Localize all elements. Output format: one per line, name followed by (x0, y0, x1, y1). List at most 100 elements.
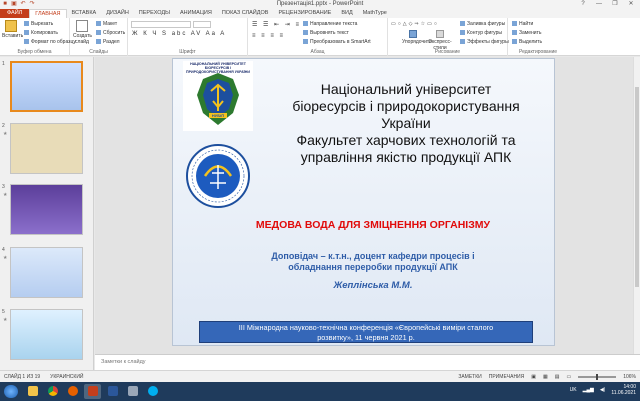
find-button[interactable]: Найти (512, 21, 533, 28)
taskbar-powerpoint[interactable] (84, 384, 101, 399)
group-editing: Найти Заменить Выделить Редактирование (508, 18, 568, 56)
system-tray: UK ▂▄▆ ◀) 14:00 11.06.2021 (570, 384, 636, 396)
text-direction-button[interactable]: Направление текста (303, 21, 357, 28)
group-label-clipboard: Буфер обмена (17, 49, 52, 55)
system-clock[interactable]: 14:00 11.06.2021 (611, 384, 636, 396)
replace-icon (512, 30, 517, 35)
scissors-icon (24, 21, 29, 26)
align-buttons-icon[interactable]: ≡ ≡ ≡ ≡ (252, 33, 285, 39)
taskbar-media[interactable] (124, 384, 141, 399)
slide-thumbnail-2[interactable] (10, 123, 83, 174)
cut-button[interactable]: Вырезать (24, 21, 53, 28)
network-icon[interactable]: ▂▄▆ (583, 387, 594, 393)
taskbar-explorer[interactable] (24, 384, 41, 399)
tab-mathtype[interactable]: MathType (358, 9, 392, 18)
ribbon: Вставить Вырезать Копировать Формат по о… (0, 18, 640, 56)
maximize-button[interactable]: ❐ (608, 0, 622, 8)
notes-toggle-button[interactable]: ЗАМЕТКИ (458, 374, 481, 380)
slide-thumbnails-pane[interactable]: 1 2 ★ 3 ★ 4 ★ 5 ★ (0, 57, 94, 370)
window-controls: ? — ❐ ✕ (576, 0, 638, 8)
reading-view-icon[interactable]: ▤ (555, 374, 560, 380)
layout-button[interactable]: Макет (96, 21, 117, 28)
arrange-icon (409, 30, 417, 38)
transition-star-icon: ★ (3, 192, 8, 198)
tab-animations[interactable]: АНИМАЦИЯ (175, 9, 217, 18)
transition-star-icon: ★ (3, 255, 8, 261)
tab-view[interactable]: ВИД (336, 9, 357, 18)
close-button[interactable]: ✕ (624, 0, 638, 8)
group-label-drawing: Рисование (434, 49, 461, 55)
align-text-icon (303, 30, 308, 35)
slideshow-view-icon[interactable]: ▭ (566, 374, 571, 380)
scrollbar-thumb[interactable] (635, 87, 639, 287)
window-title: Презентація1.pptx - PowerPoint (276, 1, 364, 7)
language-indicator[interactable]: УКРАИНСКИЙ (50, 374, 83, 380)
font-size-combo[interactable] (193, 21, 211, 28)
tab-insert[interactable]: ВСТАВКА (67, 9, 102, 18)
list-buttons-icon[interactable]: ☰ ☰ ⇤ ⇥ ≡ (252, 21, 301, 28)
paste-icon (5, 20, 17, 32)
taskbar-firefox[interactable] (64, 384, 81, 399)
align-text-button[interactable]: Выровнять текст (303, 30, 349, 37)
tab-slideshow[interactable]: ПОКАЗ СЛАЙДОВ (217, 9, 274, 18)
new-slide-button[interactable]: Создать слайд (73, 20, 92, 45)
keyboard-language[interactable]: UK (570, 387, 577, 393)
zoom-level[interactable]: 106% (623, 374, 636, 380)
shape-effects-button[interactable]: Эффекты фигуры (460, 39, 509, 46)
reset-icon (96, 30, 101, 35)
smartart-button[interactable]: Преобразовать в SmartArt (303, 39, 371, 46)
select-button[interactable]: Выделить (512, 39, 542, 46)
taskbar-word[interactable] (104, 384, 121, 399)
vertical-scrollbar[interactable] (633, 57, 640, 354)
replace-button[interactable]: Заменить (512, 30, 541, 37)
group-slides: Создать слайд Макет Сбросить Раздел Слай… (70, 18, 128, 56)
chrome-icon (47, 386, 58, 396)
reset-button[interactable]: Сбросить (96, 30, 125, 37)
title-bar: ■ ▣ ↶ ↷ Презентація1.pptx - PowerPoint ?… (0, 0, 640, 9)
minimize-button[interactable]: — (592, 0, 606, 8)
normal-view-icon[interactable]: ▣ (531, 374, 536, 380)
comments-toggle-button[interactable]: ПРИМЕЧАНИЯ (489, 374, 525, 380)
thumb-number: 1 (2, 61, 5, 67)
media-icon (127, 386, 138, 396)
paste-button[interactable]: Вставить (2, 20, 23, 44)
copy-button[interactable]: Копировать (24, 30, 58, 37)
tab-home[interactable]: ГЛАВНАЯ (29, 9, 67, 18)
slide-thumbnail-5[interactable] (10, 309, 83, 360)
coat-of-arms-icon (197, 73, 239, 125)
skype-icon (147, 386, 158, 396)
university-logo: НАЦІОНАЛЬНИЙ УНІВЕРСИТЕТ БІОРЕСУРСІВ І П… (183, 61, 253, 131)
taskbar-chrome[interactable] (44, 384, 61, 399)
tab-review[interactable]: РЕЦЕНЗИРОВАНИЕ (273, 9, 336, 18)
speaker-name: Жеплінська М.М. (333, 280, 413, 291)
taskbar-skype[interactable] (144, 384, 161, 399)
notes-pane[interactable]: Заметки к слайду (95, 354, 640, 370)
text-direction-icon (303, 21, 308, 26)
tab-transitions[interactable]: ПЕРЕХОДЫ (134, 9, 175, 18)
group-font: Ж К Ч S abc AV Aa A Шрифт (128, 18, 248, 56)
start-button[interactable] (4, 385, 18, 398)
fill-icon (460, 21, 465, 26)
tab-file[interactable]: ФАЙЛ (0, 9, 30, 18)
font-name-combo[interactable] (131, 21, 191, 28)
slide-thumbnail-1[interactable] (10, 61, 83, 112)
zoom-slider[interactable] (578, 374, 617, 380)
slide-thumbnail-4[interactable] (10, 247, 83, 298)
zoom-slider-thumb[interactable] (596, 374, 599, 380)
font-format-row[interactable]: Ж К Ч S abc AV Aa A (132, 31, 226, 37)
slide-thumbnail-3[interactable] (10, 184, 83, 235)
shape-fill-button[interactable]: Заливка фигуры (460, 21, 505, 28)
sorter-view-icon[interactable]: ▦ (543, 374, 548, 380)
tab-design[interactable]: ДИЗАЙН (101, 9, 134, 18)
format-painter-button[interactable]: Формат по образцу (24, 39, 76, 46)
volume-icon[interactable]: ◀) (600, 387, 606, 393)
help-button[interactable]: ? (576, 0, 590, 8)
thumb-number: 4 (2, 247, 5, 253)
section-button[interactable]: Раздел (96, 39, 120, 46)
logo-badge-text: НУБіП (211, 113, 225, 118)
current-slide[interactable]: НАЦІОНАЛЬНИЙ УНІВЕРСИТЕТ БІОРЕСУРСІВ І П… (172, 58, 555, 346)
group-label-slides: Слайды (89, 49, 108, 55)
shape-outline-button[interactable]: Контур фигуры (460, 30, 502, 37)
shapes-gallery-icon[interactable]: ▭○△◇⇒☆▭○ (391, 21, 439, 27)
powerpoint-icon (87, 386, 98, 396)
